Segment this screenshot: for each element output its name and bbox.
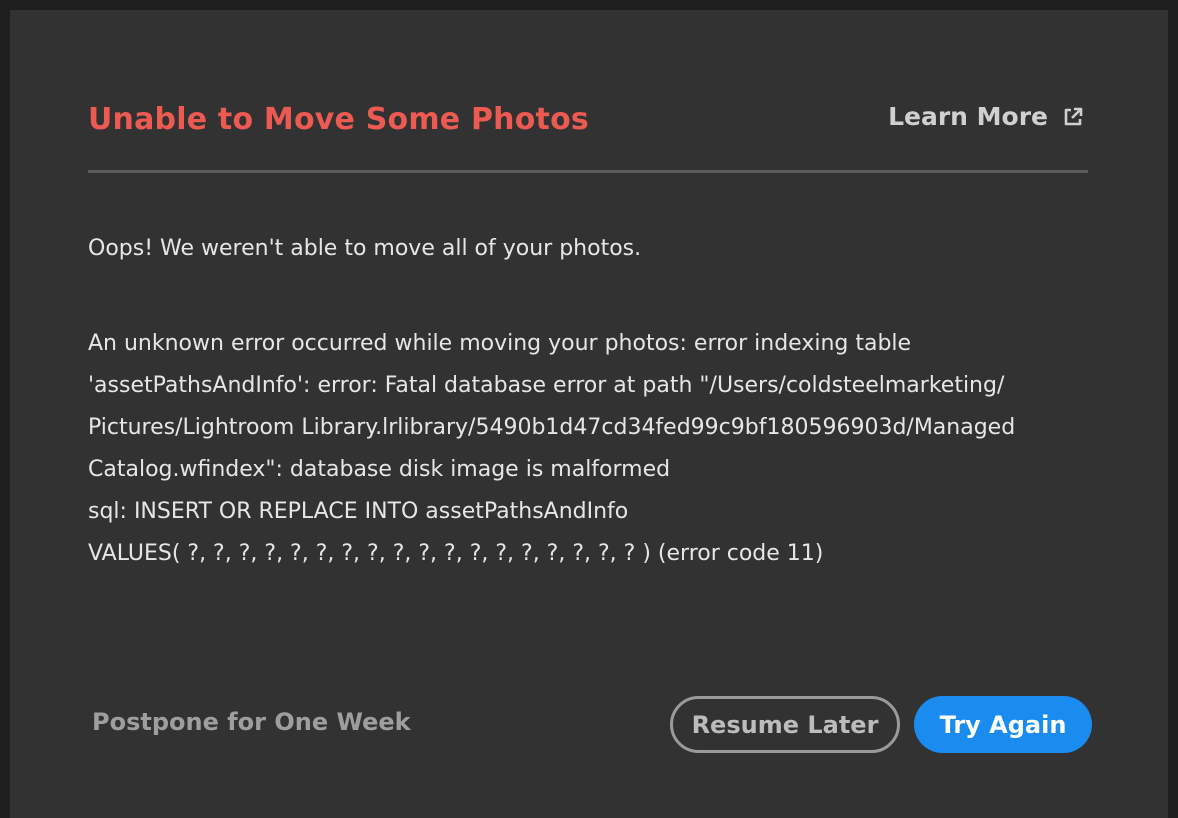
resume-later-button[interactable]: Resume Later [670, 696, 900, 753]
dialog-title: Unable to Move Some Photos [88, 102, 589, 137]
error-details: An unknown error occurred while moving y… [88, 331, 1016, 566]
dialog-header: Unable to Move Some Photos Learn More [88, 98, 1088, 173]
external-link-icon [1062, 106, 1084, 128]
try-again-button[interactable]: Try Again [914, 696, 1092, 753]
learn-more-label: Learn More [888, 102, 1048, 131]
error-dialog: Unable to Move Some Photos Learn More Oo… [10, 10, 1168, 818]
dialog-body: Oops! We weren't able to move all of you… [88, 228, 1098, 575]
intro-message: Oops! We weren't able to move all of you… [88, 236, 642, 261]
learn-more-link[interactable]: Learn More [888, 102, 1084, 131]
postpone-link[interactable]: Postpone for One Week [92, 708, 411, 736]
